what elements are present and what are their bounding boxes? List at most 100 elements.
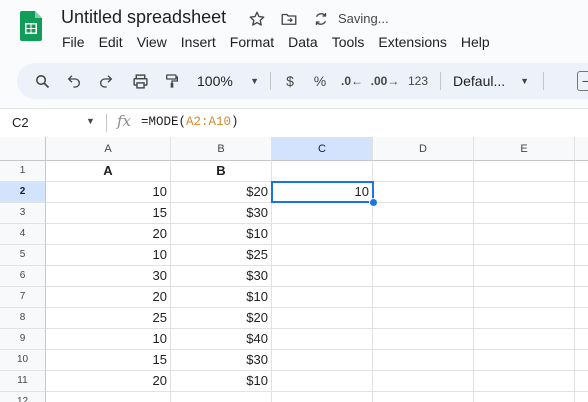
- cell-d-6[interactable]: [373, 266, 474, 287]
- cell-e-5[interactable]: [474, 245, 575, 266]
- select-all-corner[interactable]: [0, 137, 46, 161]
- zoom-select[interactable]: 100% ▼: [193, 63, 263, 99]
- cell-e-8[interactable]: [474, 308, 575, 329]
- cell-f-4[interactable]: [575, 224, 588, 245]
- cell-c-11[interactable]: [272, 371, 373, 392]
- formula-input[interactable]: =MODE(A2:A10): [141, 115, 239, 129]
- column-header-d[interactable]: D: [373, 137, 474, 161]
- print-button[interactable]: [127, 63, 153, 99]
- cell-e-7[interactable]: [474, 287, 575, 308]
- row-header[interactable]: 12: [0, 392, 46, 402]
- cell-b-4[interactable]: $10: [171, 224, 272, 245]
- cell-a-9[interactable]: 10: [46, 329, 171, 350]
- font-select[interactable]: Defaul... ▼: [449, 63, 533, 99]
- sheets-logo-icon[interactable]: [20, 9, 44, 43]
- redo-button[interactable]: [93, 63, 119, 99]
- cell-a-2[interactable]: 10: [46, 182, 171, 203]
- row-header[interactable]: 2: [0, 182, 46, 203]
- cell-d-3[interactable]: [373, 203, 474, 224]
- cell-e-11[interactable]: [474, 371, 575, 392]
- cell-c-1[interactable]: [272, 161, 373, 182]
- cell-b-3[interactable]: $30: [171, 203, 272, 224]
- cell-f-7[interactable]: [575, 287, 588, 308]
- cell-f-3[interactable]: [575, 203, 588, 224]
- cell-e-1[interactable]: [474, 161, 575, 182]
- cell-f-12[interactable]: [575, 392, 588, 402]
- cell-b-5[interactable]: $25: [171, 245, 272, 266]
- cell-b-2[interactable]: $20: [171, 182, 272, 203]
- move-folder-icon[interactable]: [280, 10, 298, 28]
- menu-format[interactable]: Format: [230, 32, 281, 52]
- cell-a-11[interactable]: 20: [46, 371, 171, 392]
- cell-f-2[interactable]: [575, 182, 588, 203]
- menu-file[interactable]: File: [62, 32, 92, 52]
- row-header[interactable]: 5: [0, 245, 46, 266]
- menu-insert[interactable]: Insert: [181, 32, 223, 52]
- cell-a-7[interactable]: 20: [46, 287, 171, 308]
- fill-handle[interactable]: [369, 198, 378, 207]
- column-header-f[interactable]: [575, 137, 588, 161]
- cell-a-12[interactable]: [46, 392, 171, 402]
- cell-e-4[interactable]: [474, 224, 575, 245]
- row-header[interactable]: 9: [0, 329, 46, 350]
- cell-d-11[interactable]: [373, 371, 474, 392]
- row-header[interactable]: 4: [0, 224, 46, 245]
- cell-c-8[interactable]: [272, 308, 373, 329]
- cell-c-7[interactable]: [272, 287, 373, 308]
- search-menus-button[interactable]: [29, 63, 55, 99]
- cell-b-10[interactable]: $30: [171, 350, 272, 371]
- cell-a-8[interactable]: 25: [46, 308, 171, 329]
- menu-data[interactable]: Data: [288, 32, 325, 52]
- cell-a-6[interactable]: 30: [46, 266, 171, 287]
- cell-a-1[interactable]: A: [46, 161, 171, 182]
- currency-format-button[interactable]: $: [279, 63, 301, 99]
- menu-extensions[interactable]: Extensions: [378, 32, 453, 52]
- cell-d-10[interactable]: [373, 350, 474, 371]
- cell-c-9[interactable]: [272, 329, 373, 350]
- cell-b-12[interactable]: [171, 392, 272, 402]
- cell-d-1[interactable]: [373, 161, 474, 182]
- cell-f-9[interactable]: [575, 329, 588, 350]
- undo-button[interactable]: [61, 63, 87, 99]
- column-header-c[interactable]: C: [272, 137, 373, 161]
- cell-a-4[interactable]: 20: [46, 224, 171, 245]
- row-header[interactable]: 8: [0, 308, 46, 329]
- star-icon[interactable]: [248, 10, 266, 28]
- cell-f-1[interactable]: [575, 161, 588, 182]
- cell-b-1[interactable]: B: [171, 161, 272, 182]
- column-header-b[interactable]: B: [171, 137, 272, 161]
- document-title[interactable]: Untitled spreadsheet: [61, 7, 226, 28]
- cell-c-5[interactable]: [272, 245, 373, 266]
- cell-e-6[interactable]: [474, 266, 575, 287]
- font-size-decrease-button[interactable]: −: [577, 71, 588, 91]
- cell-d-7[interactable]: [373, 287, 474, 308]
- cell-d-2[interactable]: [373, 182, 474, 203]
- menu-help[interactable]: Help: [461, 32, 497, 52]
- menu-edit[interactable]: Edit: [99, 32, 130, 52]
- cell-d-8[interactable]: [373, 308, 474, 329]
- column-header-e[interactable]: E: [474, 137, 575, 161]
- cell-b-6[interactable]: $30: [171, 266, 272, 287]
- paint-format-button[interactable]: [159, 63, 185, 99]
- chevron-down-icon[interactable]: ▼: [86, 116, 95, 126]
- cell-b-7[interactable]: $10: [171, 287, 272, 308]
- cell-c-4[interactable]: [272, 224, 373, 245]
- cell-d-9[interactable]: [373, 329, 474, 350]
- cell-c-3[interactable]: [272, 203, 373, 224]
- row-header[interactable]: 11: [0, 371, 46, 392]
- name-box[interactable]: C2: [12, 115, 29, 130]
- column-header-a[interactable]: A: [46, 137, 171, 161]
- cell-b-11[interactable]: $10: [171, 371, 272, 392]
- row-header[interactable]: 6: [0, 266, 46, 287]
- cell-f-5[interactable]: [575, 245, 588, 266]
- cell-e-12[interactable]: [474, 392, 575, 402]
- increase-decimal-button[interactable]: .00→: [371, 63, 400, 99]
- row-header[interactable]: 3: [0, 203, 46, 224]
- cell-f-6[interactable]: [575, 266, 588, 287]
- row-header[interactable]: 10: [0, 350, 46, 371]
- cell-f-11[interactable]: [575, 371, 588, 392]
- cell-d-5[interactable]: [373, 245, 474, 266]
- cell-c-6[interactable]: [272, 266, 373, 287]
- menu-view[interactable]: View: [137, 32, 174, 52]
- cell-f-8[interactable]: [575, 308, 588, 329]
